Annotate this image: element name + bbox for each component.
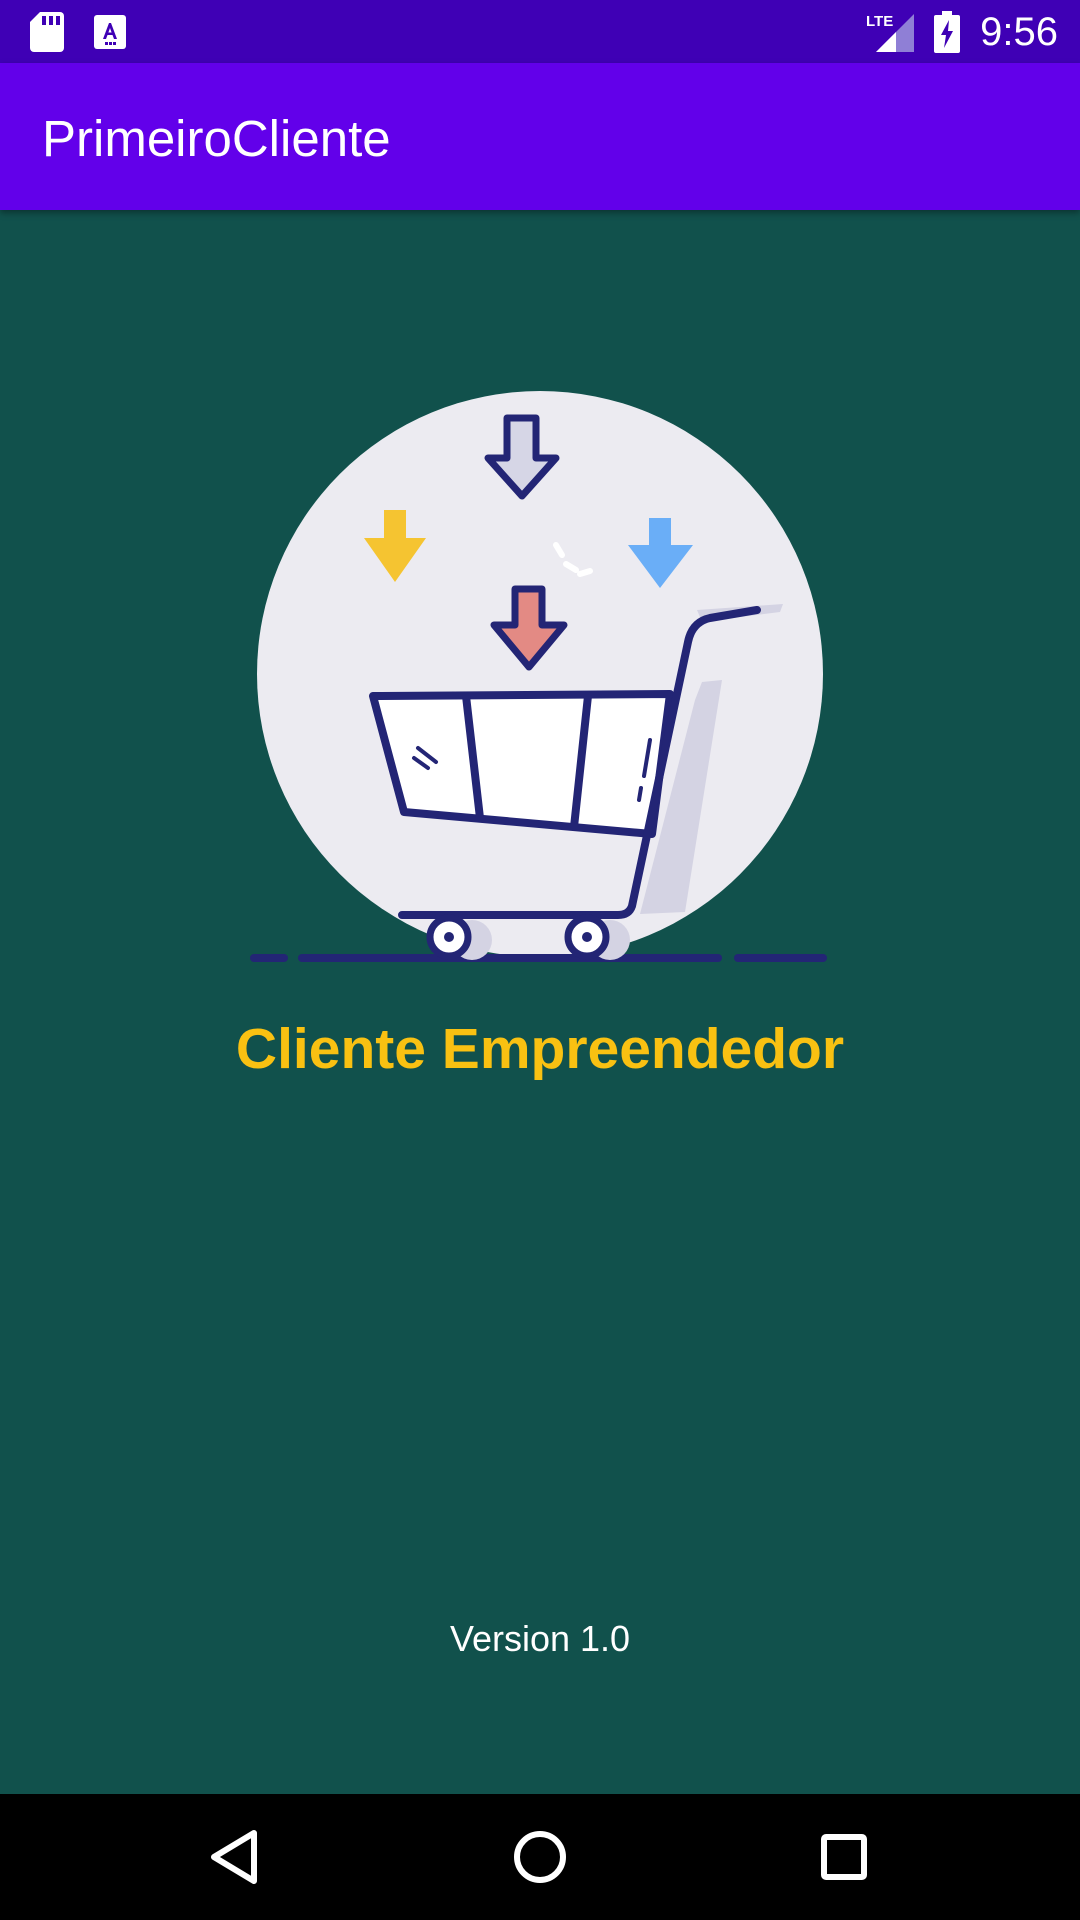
sd-card-icon — [30, 12, 64, 52]
app-bar: PrimeiroCliente — [0, 63, 1080, 210]
shopping-cart-illustration — [250, 391, 827, 962]
navigation-bar — [0, 1794, 1080, 1920]
font-download-icon — [94, 15, 126, 49]
clock: 9:56 — [980, 9, 1058, 54]
cart-basket — [369, 690, 674, 838]
status-bar: LTE 9:56 — [0, 0, 1080, 63]
home-icon[interactable] — [508, 1825, 572, 1889]
recents-icon[interactable] — [812, 1825, 876, 1889]
app-title: PrimeiroCliente — [42, 110, 391, 167]
battery-charging-icon — [934, 11, 961, 53]
main-title: Cliente Empreendedor — [235, 1017, 845, 1081]
svg-text:LTE: LTE — [866, 13, 893, 30]
lte-signal-icon: LTE — [866, 13, 915, 52]
status-system: LTE 9:56 — [866, 8, 1058, 56]
version-label: Version 1.0 — [449, 1618, 631, 1659]
status-notifications — [30, 12, 126, 52]
back-icon[interactable] — [204, 1825, 268, 1889]
